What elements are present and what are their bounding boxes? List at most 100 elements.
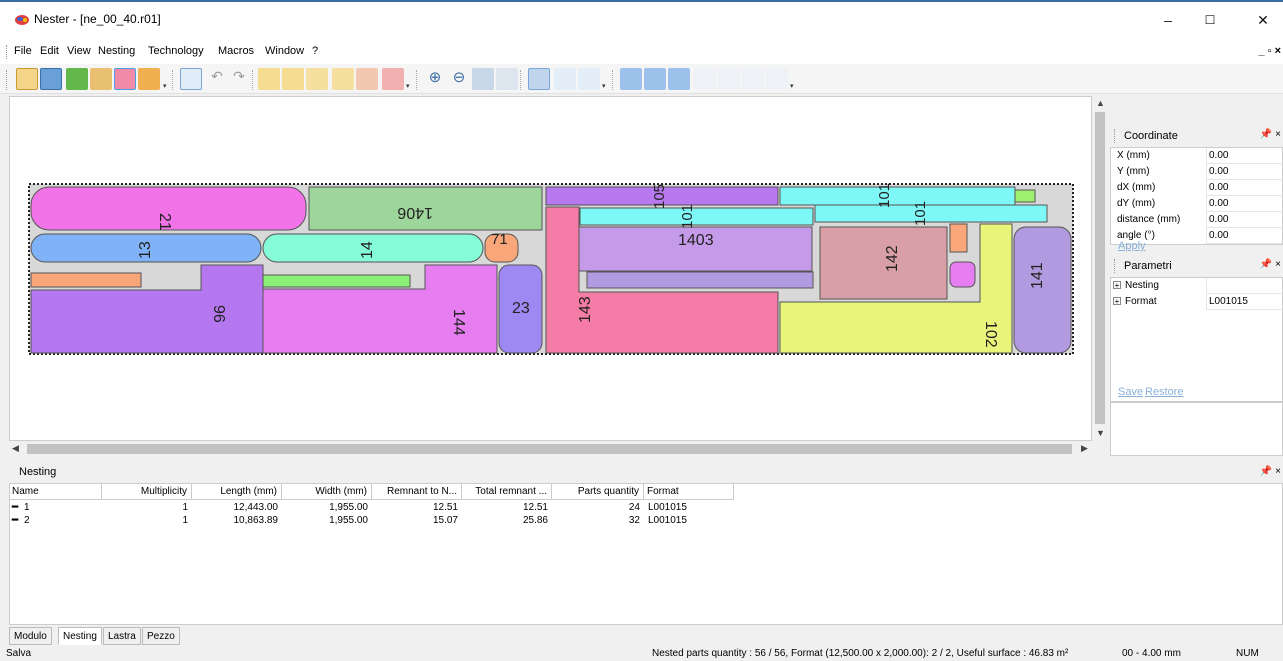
column-header-length[interactable]: Length (mm) [192, 484, 282, 500]
column-header-width[interactable]: Width (mm) [282, 484, 372, 500]
part-strip-green[interactable] [262, 274, 411, 288]
expand-icon[interactable]: + [1113, 281, 1121, 290]
vertical-scroll-thumb[interactable] [1095, 112, 1105, 424]
part-small-green[interactable] [1014, 189, 1036, 203]
coordinate-value[interactable]: 0.00 [1209, 214, 1228, 225]
part-101-right[interactable] [814, 204, 1048, 223]
part-101-top[interactable] [779, 186, 1016, 206]
grid-icon[interactable] [528, 68, 550, 90]
toolbar-overflow-icon[interactable]: ▾ [602, 82, 608, 90]
rotate-icon[interactable] [306, 68, 328, 90]
mdi-controls[interactable]: _ ▫ × [1258, 45, 1281, 57]
parametri-row[interactable]: Nesting + [1111, 278, 1282, 294]
toolbar-overflow-icon[interactable]: ▾ [406, 82, 412, 90]
scroll-down-icon[interactable]: ▼ [1096, 428, 1105, 438]
coordinate-row: Y (mm) 0.00 [1111, 164, 1282, 180]
menu-nesting[interactable]: Nesting [98, 45, 135, 57]
column-header-multiplicity[interactable]: Multiplicity [102, 484, 192, 500]
parametri-value[interactable]: L001015 [1209, 296, 1248, 307]
coordinate-value[interactable]: 0.00 [1209, 166, 1228, 177]
mirror-icon[interactable] [332, 68, 354, 90]
move-down-icon[interactable] [718, 68, 740, 90]
menu-file[interactable]: File [14, 45, 32, 57]
auto2-icon[interactable] [644, 68, 666, 90]
column-header-parts[interactable]: Parts quantity [552, 484, 644, 500]
paste-icon[interactable] [282, 68, 304, 90]
menu-window[interactable]: Window [265, 45, 304, 57]
copy-icon[interactable] [258, 68, 280, 90]
coordinate-value[interactable]: 0.00 [1209, 150, 1228, 161]
save-link[interactable]: Save [1118, 386, 1143, 398]
split-icon[interactable] [766, 68, 788, 90]
toolbar-overflow-icon[interactable]: ▾ [163, 82, 169, 90]
zoom-fit-icon[interactable] [472, 68, 494, 90]
coordinate-value[interactable]: 0.00 [1209, 198, 1228, 209]
menu-macros[interactable]: Macros [218, 45, 254, 57]
tab-lastra[interactable]: Lastra [103, 627, 141, 645]
vertical-scrollbar[interactable]: ▲ ▼ [1092, 96, 1108, 441]
pin-icon[interactable]: 📌 × [1260, 466, 1281, 477]
part-small-magenta[interactable] [949, 261, 976, 288]
nesting-canvas[interactable]: 21 1406 105 101 101 101 13 14 71 1403 14… [9, 96, 1092, 441]
horizontal-scrollbar[interactable]: ◀ ▶ [9, 441, 1092, 457]
menu-bar: File Edit View Nesting Technology Macros… [0, 40, 1283, 64]
zoom-in-icon[interactable]: ⊕ [424, 68, 446, 90]
pin-icon[interactable]: 📌 × [1260, 129, 1281, 140]
maximize-button[interactable]: ☐ [1190, 8, 1230, 32]
menu-technology[interactable]: Technology [148, 45, 204, 57]
close-button[interactable]: ✕ [1243, 8, 1283, 32]
part-101-lower[interactable] [586, 271, 814, 289]
horizontal-scroll-thumb[interactable] [27, 444, 1072, 454]
nest-icon[interactable] [114, 68, 136, 90]
menu-view[interactable]: View [67, 45, 91, 57]
open-part-icon[interactable] [66, 68, 88, 90]
scroll-left-icon[interactable]: ◀ [12, 443, 19, 454]
parametri-row[interactable]: Format + L001015 [1111, 294, 1282, 310]
coordinate-value[interactable]: 0.00 [1209, 230, 1228, 241]
menu-edit[interactable]: Edit [40, 45, 59, 57]
new-icon[interactable] [16, 68, 38, 90]
cut-icon[interactable] [356, 68, 378, 90]
align-icon[interactable] [554, 68, 576, 90]
table-row[interactable]: ━ 1 1 12,443.00 1,955.00 12.51 12.51 24 … [10, 502, 734, 515]
column-header-name[interactable]: Name [10, 484, 102, 500]
auto3-icon[interactable] [668, 68, 690, 90]
part-141[interactable] [1013, 226, 1072, 354]
tab-pezzo[interactable]: Pezzo [142, 627, 180, 645]
part-strip-orange[interactable] [30, 272, 142, 288]
restore-link[interactable]: Restore [1145, 386, 1184, 398]
redo-icon[interactable]: ↷ [228, 68, 250, 90]
tab-modulo[interactable]: Modulo [9, 627, 52, 645]
select-icon[interactable] [180, 68, 202, 90]
delete-icon[interactable] [382, 68, 404, 90]
coordinate-value[interactable]: 0.00 [1209, 182, 1228, 193]
zoom-out-icon[interactable]: ⊖ [448, 68, 470, 90]
scroll-up-icon[interactable]: ▲ [1096, 98, 1105, 108]
column-header-remnant[interactable]: Remnant to N... [372, 484, 462, 500]
part-label-71: 71 [491, 231, 508, 248]
apply-link[interactable]: Apply [1118, 240, 1146, 252]
refresh-icon[interactable] [496, 68, 518, 90]
table-row[interactable]: ━ 2 1 10,863.89 1,955.00 15.07 25.86 32 … [10, 515, 734, 528]
part-101-mid[interactable] [579, 207, 814, 226]
menu-help[interactable]: ? [312, 45, 318, 57]
import-icon[interactable] [138, 68, 160, 90]
sheet-drawing[interactable]: 21 1406 105 101 101 101 13 14 71 1403 14… [10, 97, 1093, 442]
scroll-right-icon[interactable]: ▶ [1081, 443, 1088, 454]
pin-icon[interactable]: 📌 × [1260, 259, 1281, 270]
status-info: Nested parts quantity : 56 / 56, Format … [652, 648, 1069, 659]
tab-nesting[interactable]: Nesting [58, 627, 102, 645]
save-icon[interactable] [40, 68, 62, 90]
move-up-icon[interactable] [694, 68, 716, 90]
minimize-button[interactable]: – [1148, 8, 1188, 32]
stack-icon[interactable] [578, 68, 600, 90]
undo-icon[interactable]: ↶ [206, 68, 228, 90]
swap-icon[interactable] [742, 68, 764, 90]
column-header-format[interactable]: Format [644, 484, 734, 500]
auto1-icon[interactable] [620, 68, 642, 90]
edit-part-icon[interactable] [90, 68, 112, 90]
column-header-total-remnant[interactable]: Total remnant ... [462, 484, 552, 500]
expand-icon[interactable]: + [1113, 297, 1121, 306]
toolbar-overflow-icon[interactable]: ▾ [790, 82, 796, 90]
part-small-orange[interactable] [949, 223, 968, 253]
